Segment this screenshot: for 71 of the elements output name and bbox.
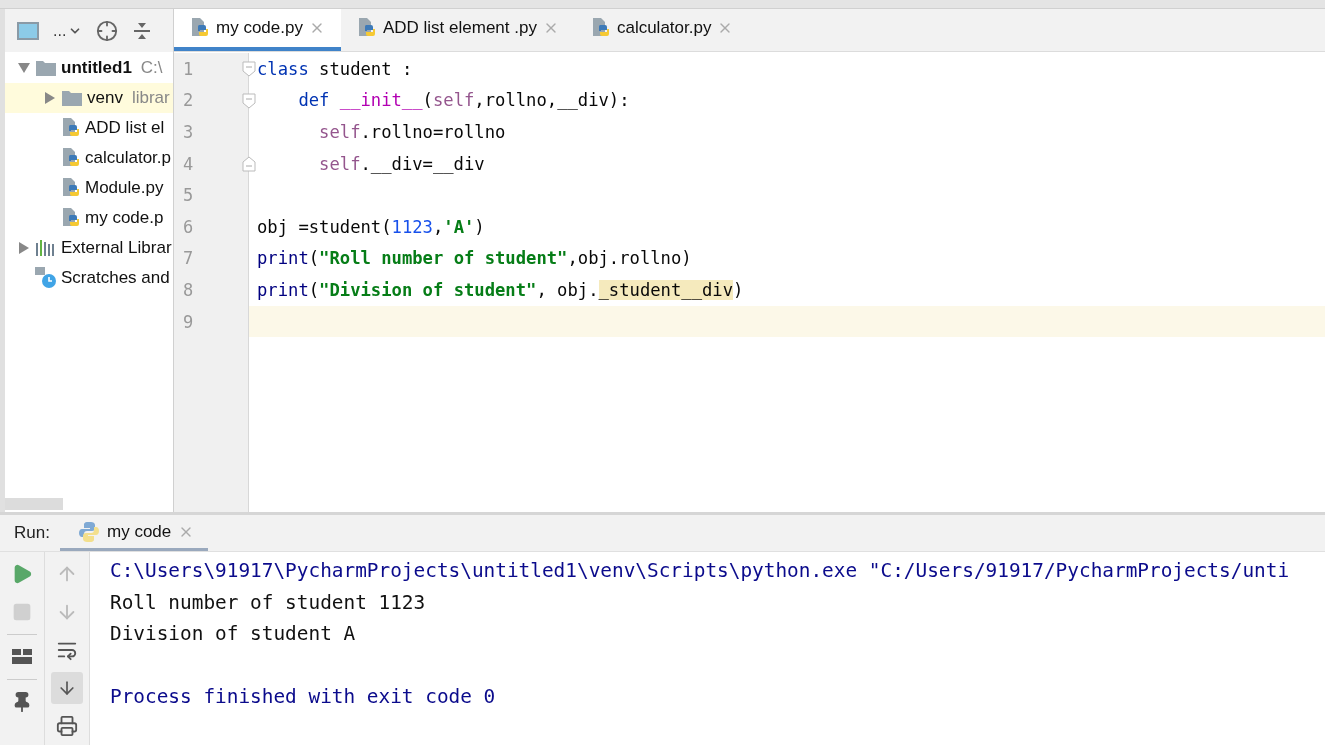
stop-icon — [12, 602, 32, 622]
expanded-arrow-icon[interactable] — [17, 61, 31, 75]
tree-item-label: Module.py — [85, 178, 164, 198]
tree-item-hint: librar — [131, 88, 170, 108]
scratch-icon — [35, 267, 57, 289]
scroll-to-end-button[interactable] — [51, 672, 83, 704]
tree-item-label: my code.p — [85, 208, 164, 228]
line-number: 5 — [183, 185, 194, 206]
code-line: print("Roll number of student",obj.rollno) — [257, 247, 692, 271]
console-line: C:\Users\91917\PycharmProjects\untitled1\venv\Scripts\python.exe "C:/Users/91917/PycharmProjects/unti — [110, 558, 1291, 585]
python-file-icon — [190, 17, 210, 39]
fold-marker-icon[interactable] — [242, 61, 256, 77]
code-line: obj =student(1123,'A') — [257, 215, 485, 239]
python-icon — [78, 520, 100, 543]
tab-label: ADD list element .py — [382, 18, 537, 38]
line-number: 2 — [183, 90, 194, 111]
console-line: Roll number of student 1123 — [110, 589, 427, 616]
python-file-icon — [590, 17, 611, 39]
console-line: Process finished with exit code 0 — [110, 683, 497, 710]
tree-item[interactable]: External Librar — [5, 233, 173, 263]
line-number: 4 — [183, 153, 194, 174]
code-line: self.rollno=rollno — [318, 121, 506, 144]
tab-label: calculator.py — [616, 18, 712, 38]
tree-item-label: calculator.p — [85, 148, 171, 168]
console-line: Division of student A — [110, 620, 357, 647]
editor-tab[interactable]: my code.py — [174, 9, 341, 51]
code-line: class student : — [257, 57, 413, 81]
tree-item-label: ADD list el — [85, 118, 165, 138]
scrollbar[interactable] — [5, 498, 63, 510]
tree-item[interactable]: Module.py — [5, 173, 173, 203]
fold-marker-icon[interactable] — [242, 155, 256, 172]
line-number: 1 — [183, 58, 194, 79]
crosshair-icon[interactable] — [96, 19, 119, 42]
python-file-icon — [356, 17, 377, 39]
line-number: 9 — [183, 311, 194, 332]
fold-marker-icon[interactable] — [242, 92, 256, 109]
collapsed-arrow-icon[interactable] — [17, 241, 31, 255]
code-line: def __init__(self,rollno,__div): — [297, 89, 630, 113]
tree-item[interactable]: my code.p — [5, 203, 173, 233]
tree-item-label: External Librar — [61, 238, 172, 258]
view-dropdown[interactable]: ... — [53, 21, 83, 40]
code-line: self.__div=__div — [318, 152, 485, 176]
python-file-icon — [61, 147, 81, 169]
tree-item-label: venv — [87, 88, 123, 108]
folder-icon — [61, 89, 83, 107]
folder-icon — [35, 59, 57, 77]
tree-item[interactable]: Scratches and — [5, 263, 173, 293]
line-number: 8 — [183, 279, 194, 300]
code-line: print("Division of student", obj._student__div) — [257, 278, 744, 302]
python-file-icon — [61, 207, 81, 229]
layout-icon — [11, 648, 33, 666]
run-tab-label: my code — [107, 521, 172, 542]
library-icon — [35, 239, 57, 257]
line-number: 3 — [183, 122, 194, 142]
python-file-icon — [61, 117, 81, 139]
tree-item-label: Scratches and — [61, 268, 170, 288]
tree-item-label: untitled1 — [61, 58, 132, 78]
tree-item[interactable]: venv librar — [5, 83, 173, 113]
tree-item-hint: C:\ — [140, 58, 163, 78]
tab-label: my code.py — [216, 18, 303, 38]
line-number: 6 — [183, 216, 194, 237]
tree-item[interactable]: calculator.p — [5, 143, 173, 173]
collapse-icon[interactable] — [132, 20, 153, 41]
printer-icon — [56, 715, 78, 737]
collapsed-arrow-icon[interactable] — [43, 91, 57, 105]
line-number: 7 — [183, 248, 194, 269]
run-label: Run: — [14, 523, 51, 543]
tree-item[interactable]: ADD list el — [5, 113, 173, 143]
python-file-icon — [61, 177, 81, 199]
tree-item[interactable]: untitled1 C:\ — [5, 53, 173, 83]
window-icon[interactable] — [17, 21, 39, 40]
